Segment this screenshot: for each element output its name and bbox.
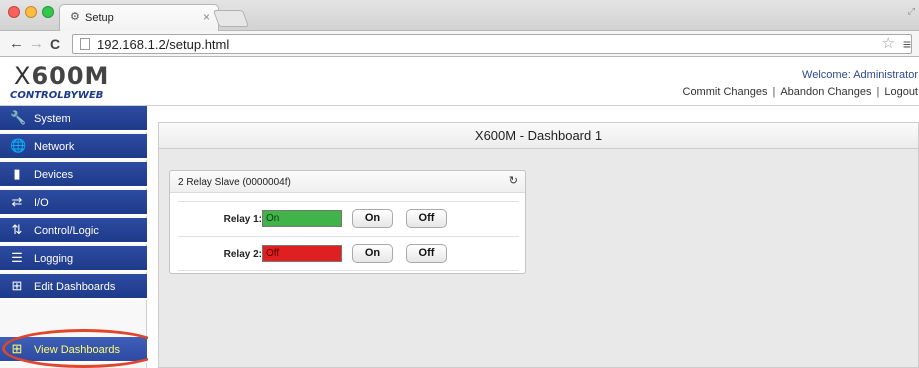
welcome-text: Welcome: Administrator <box>802 69 918 81</box>
control-logic-icon: ⇅ <box>11 222 23 237</box>
swap-arrows-icon: ⇄ <box>11 194 23 209</box>
browser-tab-strip: ⚙ Setup × ⤢ <box>0 0 919 31</box>
relay-on-button[interactable]: On <box>352 244 393 263</box>
browser-tab[interactable]: ⚙ Setup × <box>59 4 219 31</box>
relay-label: Relay 2: <box>223 249 262 260</box>
divider <box>178 236 519 237</box>
new-tab-button[interactable] <box>212 10 250 27</box>
tab-favicon-icon: ⚙ <box>70 11 80 23</box>
app-header: X600M CONTROLBYWEB Welcome: Administrato… <box>0 58 919 106</box>
device-icon: ▮ <box>13 166 21 181</box>
relay-off-button[interactable]: Off <box>406 244 447 263</box>
address-bar[interactable]: 192.168.1.2/setup.html ☆ ≡ <box>72 34 912 54</box>
logo: X600M <box>14 63 109 89</box>
sidebar-item-devices[interactable]: ▮ Devices <box>0 162 147 188</box>
relay-state-indicator: On <box>262 210 342 227</box>
dashboard-title-bar: X600M - Dashboard 1 <box>158 122 919 148</box>
relay-state-indicator: Off <box>262 245 342 262</box>
sidebar-item-label: Logging <box>34 253 74 265</box>
commit-changes-link[interactable]: Commit Changes <box>683 86 768 98</box>
browser-toolbar: ← → C 192.168.1.2/setup.html ☆ ≡ <box>0 31 919 57</box>
logout-link[interactable]: Logout <box>884 86 918 98</box>
list-icon: ☰ <box>11 250 23 265</box>
sidebar-item-io[interactable]: ⇄ I/O <box>0 190 147 216</box>
relay-row: Relay 1: On On Off <box>170 208 525 230</box>
sidebar-item-system[interactable]: 🔧 System <box>0 106 147 132</box>
widget-title: 2 Relay Slave (0000004f) <box>178 177 291 188</box>
forward-arrow-icon[interactable]: → <box>29 35 44 53</box>
sidebar-item-label: System <box>34 113 71 125</box>
sidebar-item-label: Network <box>34 141 75 153</box>
relay-on-button[interactable]: On <box>352 209 393 228</box>
relay-row: Relay 2: Off On Off <box>170 243 525 265</box>
url-text[interactable]: 192.168.1.2/setup.html <box>97 38 229 52</box>
main-content: X600M - Dashboard 1 2 Relay Slave (00000… <box>148 106 919 368</box>
minimize-window-button[interactable] <box>25 6 37 18</box>
wrench-icon: 🔧 <box>10 110 27 125</box>
sidebar-item-label: Edit Dashboards <box>34 281 116 293</box>
logo-model: 600M <box>31 62 110 90</box>
zoom-window-button[interactable] <box>42 6 54 18</box>
back-arrow-icon[interactable]: ← <box>9 35 24 53</box>
relay-label: Relay 1: <box>223 214 262 225</box>
tab-title: Setup <box>85 12 114 24</box>
dashboard-title: X600M - Dashboard 1 <box>474 128 603 143</box>
relay-widget: 2 Relay Slave (0000004f) ↻ Relay 1: On O… <box>169 170 526 274</box>
page-icon <box>80 38 90 50</box>
sidebar-item-label: I/O <box>34 197 49 209</box>
refresh-icon[interactable]: ↻ <box>509 175 518 187</box>
sidebar-item-logging[interactable]: ☰ Logging <box>0 246 147 272</box>
header-links: Commit Changes | Abandon Changes | Logout <box>683 86 919 98</box>
close-window-button[interactable] <box>8 6 20 18</box>
window-resize-icon: ⤢ <box>907 6 915 16</box>
menu-icon[interactable]: ≡ <box>903 36 911 52</box>
sidebar-item-network[interactable]: 🌐 Network <box>0 134 147 160</box>
separator: | <box>772 86 776 98</box>
relay-off-button[interactable]: Off <box>406 209 447 228</box>
page: ⚙ Setup × ⤢ ← → C 192.168.1.2/setup.html… <box>0 0 919 368</box>
separator: | <box>876 86 880 98</box>
dashboard-edit-icon: ⊞ <box>11 278 23 293</box>
reload-icon[interactable]: C <box>50 35 60 53</box>
divider <box>178 270 519 271</box>
sidebar-item-edit-dashboards[interactable]: ⊞ Edit Dashboards <box>0 274 147 300</box>
tab-close-icon[interactable]: × <box>203 11 210 23</box>
widget-header: 2 Relay Slave (0000004f) ↻ <box>170 171 525 193</box>
abandon-changes-link[interactable]: Abandon Changes <box>780 86 871 98</box>
globe-icon: 🌐 <box>10 138 27 153</box>
sidebar-item-label: Devices <box>34 169 74 181</box>
sidebar-item-label: Control/Logic <box>34 225 99 237</box>
sidebar-item-control-logic[interactable]: ⇅ Control/Logic <box>0 218 147 244</box>
logo-subtitle: CONTROLBYWEB <box>10 90 104 101</box>
highlight-annotation <box>2 329 165 368</box>
star-icon[interactable]: ☆ <box>882 36 895 52</box>
logo-x: X <box>14 62 32 90</box>
divider <box>178 201 519 202</box>
